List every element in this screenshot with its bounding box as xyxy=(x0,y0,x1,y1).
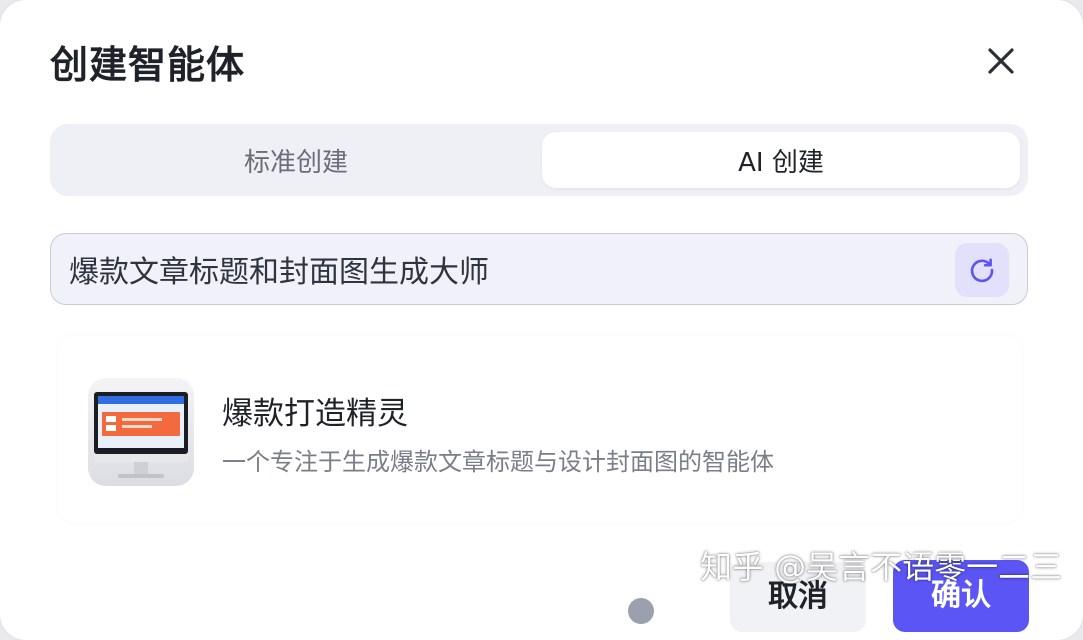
prompt-input[interactable] xyxy=(69,234,929,304)
creation-mode-tabs: 标准创建 AI 创建 xyxy=(50,124,1028,196)
tab-standard-create[interactable]: 标准创建 xyxy=(58,132,534,188)
monitor-icon xyxy=(94,392,188,478)
prompt-field xyxy=(50,233,1028,305)
watermark: 知乎 @吴言不语零一二三 xyxy=(700,548,1063,586)
info-icon xyxy=(628,598,654,624)
close-button[interactable] xyxy=(978,38,1024,84)
agent-preview-card: 爆款打造精灵 一个专注于生成爆款文章标题与设计封面图的智能体 xyxy=(58,336,1022,522)
tab-ai-create[interactable]: AI 创建 xyxy=(542,132,1020,188)
dialog-title: 创建智能体 xyxy=(50,43,246,87)
refresh-icon xyxy=(970,258,994,283)
close-icon xyxy=(988,48,1014,74)
agent-avatar xyxy=(88,378,194,486)
agent-description: 一个专注于生成爆款文章标题与设计封面图的智能体 xyxy=(222,448,774,476)
footnote xyxy=(628,598,654,624)
agent-name: 爆款打造精灵 xyxy=(222,396,408,432)
create-agent-dialog: 创建智能体 标准创建 AI 创建 爆款文章标题和封面图生成大师 爆款打造精灵 一… xyxy=(0,0,1083,640)
refresh-button[interactable] xyxy=(955,243,1009,297)
